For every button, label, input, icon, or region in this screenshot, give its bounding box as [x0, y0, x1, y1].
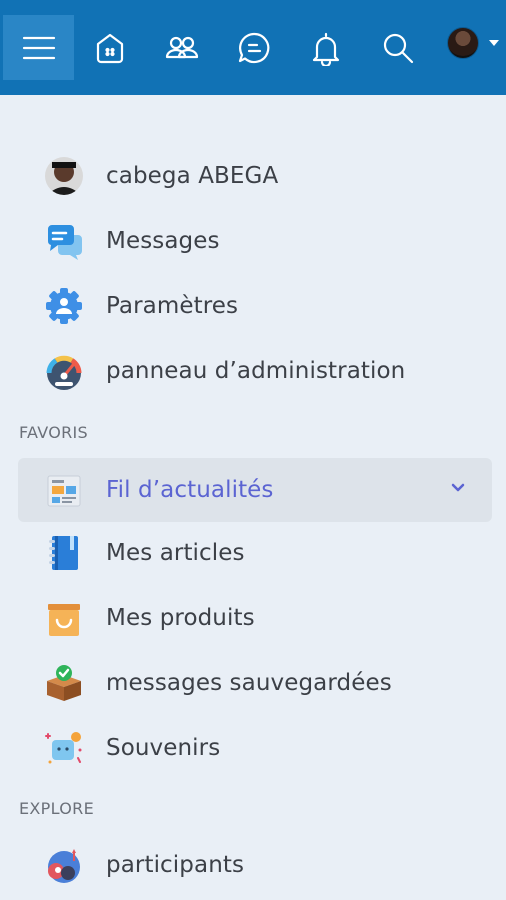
notifications-button[interactable]: [298, 20, 354, 76]
menu-item-label: Mes produits: [106, 605, 255, 631]
menu-item-messages[interactable]: Messages: [18, 210, 492, 272]
friends-icon: [165, 36, 199, 59]
caret-down-icon[interactable]: [489, 40, 499, 46]
menu-item-label: Fil d’actualités: [106, 477, 274, 503]
menu-item-label: Souvenirs: [106, 735, 221, 761]
menu-item-label: Messages: [106, 228, 220, 254]
home-button[interactable]: [82, 20, 138, 76]
menu-item-label: Mes articles: [106, 540, 245, 566]
profile-name: cabega ABEGA: [106, 163, 279, 189]
saved-box-icon: [44, 663, 84, 703]
menu-item-my-articles[interactable]: Mes articles: [18, 522, 492, 584]
bell-icon: [312, 32, 340, 66]
section-explore-title: EXPLORE: [19, 799, 94, 818]
menu-item-label: participants: [106, 852, 245, 878]
dashboard-gauge-icon: [44, 351, 84, 391]
menu-item-memories[interactable]: Souvenirs: [18, 717, 492, 779]
section-favoris-title: FAVORIS: [19, 423, 89, 442]
menu-item-participants[interactable]: participants: [18, 834, 492, 896]
search-button[interactable]: [370, 20, 426, 76]
menu-item-label: Paramètres: [106, 293, 239, 319]
home-icon: [96, 33, 124, 64]
menu-icon: [22, 36, 55, 59]
memories-icon: [44, 728, 84, 768]
menu-item-saved-messages[interactable]: messages sauvegardées: [18, 652, 492, 714]
avatar: [44, 156, 84, 196]
chat-icon: [238, 32, 270, 64]
profile-avatar[interactable]: [447, 27, 479, 59]
participants-icon: [44, 845, 84, 885]
messages-icon: [44, 221, 84, 261]
menu-item-newsfeed[interactable]: Fil d’actualités: [18, 458, 492, 522]
top-navigation-bar: [0, 0, 506, 95]
profile-link[interactable]: cabega ABEGA: [18, 145, 492, 207]
friends-button[interactable]: [154, 20, 210, 76]
settings-icon: [44, 286, 84, 326]
shopping-bag-icon: [44, 598, 84, 638]
notebook-icon: [44, 533, 84, 573]
chat-button[interactable]: [226, 20, 282, 76]
menu-button[interactable]: [3, 15, 74, 80]
menu-item-label: messages sauvegardées: [106, 670, 392, 696]
chevron-down-icon[interactable]: [450, 482, 466, 494]
menu-item-my-products[interactable]: Mes produits: [18, 587, 492, 649]
menu-item-label: panneau d’administration: [106, 358, 406, 384]
newsfeed-icon: [44, 470, 84, 510]
menu-item-admin-panel[interactable]: panneau d’administration: [18, 340, 492, 402]
menu-item-settings[interactable]: Paramètres: [18, 275, 492, 337]
search-icon: [383, 33, 414, 64]
